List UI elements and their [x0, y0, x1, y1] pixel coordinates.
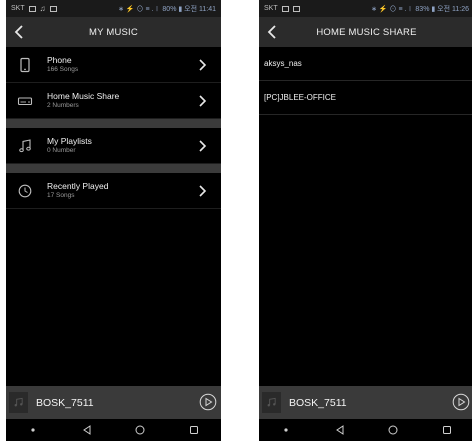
music-source-list: Phone 166 Songs Home Music Share 2 Numbe… [6, 47, 221, 209]
android-nav-bar [6, 419, 221, 441]
chevron-right-icon [197, 184, 207, 198]
chevron-left-icon [14, 25, 23, 39]
play-button[interactable] [199, 393, 217, 411]
status-right: ∗ ⚡ ⊙ ≡ .∣ 80% ▮ 오전 11:41 [118, 5, 216, 13]
list-item-home-music-share[interactable]: Home Music Share 2 Numbers [6, 83, 221, 119]
phone-screen-home-music-share: SKT ∗ ⚡ ⊙ ≡ .∣ 83% ▮ 오전 11:26 HOME MUSIC… [259, 0, 472, 441]
list-item-count: 17 Songs [47, 192, 75, 199]
play-button[interactable] [452, 393, 470, 411]
phone-screen-my-music: SKT ♫ ∗ ⚡ ⊙ ≡ .∣ 80% ▮ 오전 11:41 MY MUSIC… [6, 0, 221, 441]
mini-player[interactable]: BOSK_7511 [259, 386, 472, 419]
list-item-count: 166 Songs [47, 66, 79, 73]
image-notification-icon [49, 5, 57, 12]
nav-recents-button[interactable] [440, 424, 454, 436]
dot-icon [279, 424, 293, 436]
section-divider [6, 164, 221, 173]
nav-recents-button[interactable] [187, 424, 201, 436]
page-title: MY MUSIC [89, 26, 138, 38]
album-art-icon [262, 392, 281, 413]
shared-server-list: aksys_nas [PC]JBLEE-OFFICE [259, 47, 472, 115]
nav-home-button[interactable] [133, 424, 147, 436]
app-header: HOME MUSIC SHARE [259, 17, 472, 47]
triangle-back-icon [82, 425, 91, 435]
notification-icon [28, 5, 36, 12]
status-bar: SKT ♫ ∗ ⚡ ⊙ ≡ .∣ 80% ▮ 오전 11:41 [6, 0, 221, 17]
list-item-recently-played[interactable]: Recently Played 17 Songs [6, 173, 221, 209]
list-item-label: Recently Played [47, 181, 109, 191]
list-item-label: Phone [47, 55, 72, 65]
list-item-my-playlists[interactable]: My Playlists 0 Number [6, 128, 221, 164]
nav-back-button[interactable] [333, 424, 347, 436]
music-notification-icon: ♫ [39, 4, 46, 13]
page-title: HOME MUSIC SHARE [316, 26, 417, 38]
chevron-right-icon [197, 139, 207, 153]
square-recents-icon [190, 426, 199, 434]
play-icon [199, 393, 217, 411]
dot-icon [26, 424, 40, 436]
chevron-left-icon [267, 25, 276, 39]
nav-home-button[interactable] [386, 424, 400, 436]
play-icon [452, 393, 470, 411]
chevron-right-icon [197, 94, 207, 108]
mini-player[interactable]: BOSK_7511 [6, 386, 221, 419]
list-item-label: My Playlists [47, 136, 92, 146]
android-nav-bar [259, 419, 472, 441]
carrier-label: SKT [11, 5, 25, 12]
music-note-icon [16, 137, 34, 155]
server-item[interactable]: aksys_nas [259, 47, 472, 81]
list-item-label: Home Music Share [47, 91, 120, 101]
status-right: ∗ ⚡ ⊙ ≡ .∣ 83% ▮ 오전 11:26 [371, 5, 469, 13]
list-item-count: 0 Number [47, 147, 76, 154]
album-art-icon [9, 392, 28, 413]
list-item-count: 2 Numbers [47, 102, 79, 109]
back-button[interactable] [12, 24, 26, 40]
network-drive-icon [16, 92, 34, 110]
circle-home-icon [135, 425, 145, 435]
circle-home-icon [388, 425, 398, 435]
back-button[interactable] [265, 24, 279, 40]
nav-back-button[interactable] [80, 424, 94, 436]
chevron-right-icon [197, 58, 207, 72]
section-divider [6, 119, 221, 128]
app-header: MY MUSIC [6, 17, 221, 47]
list-item-phone[interactable]: Phone 166 Songs [6, 47, 221, 83]
triangle-back-icon [335, 425, 344, 435]
square-recents-icon [443, 426, 452, 434]
device-name: BOSK_7511 [289, 396, 347, 409]
smartphone-icon [16, 56, 34, 74]
carrier-label: SKT [264, 5, 278, 12]
notification-icon [281, 5, 289, 12]
status-bar: SKT ∗ ⚡ ⊙ ≡ .∣ 83% ▮ 오전 11:26 [259, 0, 472, 17]
clock-icon [16, 182, 34, 200]
server-item[interactable]: [PC]JBLEE-OFFICE [259, 81, 472, 115]
image-notification-icon [292, 5, 300, 12]
device-name: BOSK_7511 [36, 396, 94, 409]
